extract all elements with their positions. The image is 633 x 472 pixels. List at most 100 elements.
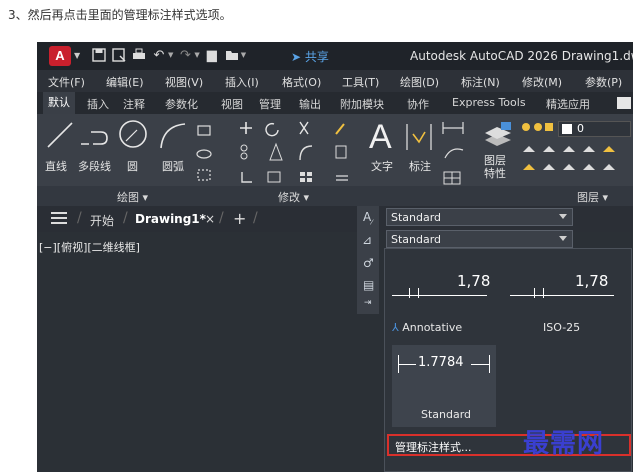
print-icon[interactable]: [131, 47, 147, 63]
new-file-icon[interactable]: ▆: [204, 47, 220, 63]
manage-dim-styles-label: 管理标注样式...: [395, 441, 472, 454]
close-tab-icon[interactable]: ×: [205, 212, 215, 226]
layer-state-icons[interactable]: [521, 120, 555, 134]
chevron-down-icon: [559, 236, 567, 241]
style-name-text: Annotative: [402, 321, 463, 334]
tab-insert[interactable]: 插入: [87, 96, 109, 112]
open-folder-icon[interactable]: [224, 47, 240, 63]
viewport-controls-label[interactable]: [−][俯视][二维线框]: [39, 239, 140, 255]
panel-draw-title[interactable]: 绘图 ▾: [117, 189, 148, 205]
menu-parametric[interactable]: 参数(P): [585, 74, 622, 90]
tab-divider: /: [123, 210, 128, 226]
tab-view[interactable]: 视图: [221, 96, 243, 112]
share-button[interactable]: ➤ 共享: [291, 48, 329, 65]
modify-tools-icons[interactable]: [240, 120, 360, 190]
menu-bar: 文件(F) 编辑(E) 视图(V) 插入(I) 格式(O) 工具(T) 绘图(D…: [37, 70, 633, 92]
title-bar: A ▼ ↶ ▼ ↷ ▼ ▆ ▼ ➤ 共享 Autodesk AutoCAD 2026…: [37, 42, 633, 70]
text-style-icon[interactable]: A⁄: [363, 210, 372, 226]
menu-insert[interactable]: 插入(I): [225, 74, 259, 90]
arc-label: 圆弧: [162, 160, 184, 173]
tab-addins[interactable]: 附加模块: [340, 96, 384, 112]
circle-icon[interactable]: [117, 118, 149, 150]
dim-preview-line: [392, 295, 487, 296]
redo-icon[interactable]: ↷: [177, 47, 193, 63]
layer-dropdown[interactable]: 0: [558, 121, 631, 137]
tab-featured-apps[interactable]: 精选应用: [546, 96, 590, 112]
tab-drawing1[interactable]: Drawing1*: [135, 212, 206, 226]
tab-output[interactable]: 输出: [299, 96, 321, 112]
arc-icon[interactable]: [157, 120, 189, 150]
tab-annotate[interactable]: 注释: [123, 96, 145, 112]
style-name-annotative: ⅄ Annotative: [392, 321, 462, 334]
annotation-extra-icons[interactable]: [441, 120, 469, 192]
text-label: 文字: [371, 160, 393, 173]
chevron-down-icon: [559, 214, 567, 219]
undo-caret-icon[interactable]: ▼: [168, 51, 173, 59]
table-style-icon[interactable]: ▤: [363, 278, 374, 292]
dim-preview-line: [510, 295, 614, 296]
autocad-window: A ▼ ↶ ▼ ↷ ▼ ▆ ▼ ➤ 共享 Autodesk AutoCAD 2026…: [37, 42, 633, 472]
menu-hamburger-icon[interactable]: [51, 212, 67, 224]
dim-preview-tick: [543, 288, 544, 298]
layer-color-swatch: [562, 124, 572, 134]
add-tab-icon[interactable]: +: [233, 209, 246, 228]
quick-access-toolbar: ↶ ▼ ↷ ▼ ▆ ▼: [91, 47, 246, 63]
dim-preview-tick: [489, 355, 490, 373]
menu-draw[interactable]: 绘图(D): [400, 74, 439, 90]
tab-divider: /: [253, 210, 258, 226]
dim-style-dropdown[interactable]: Standard: [386, 230, 573, 248]
text-style-dropdown[interactable]: Standard: [386, 208, 573, 226]
ribbon-tabs: 默认 插入 注释 参数化 视图 管理 输出 附加模块 协作 Express To…: [37, 92, 633, 114]
tab-express-tools[interactable]: Express Tools: [452, 96, 526, 109]
redo-caret-icon[interactable]: ▼: [194, 51, 199, 59]
text-style-value: Standard: [391, 211, 442, 224]
dim-preview-tick: [534, 288, 535, 298]
menu-format[interactable]: 格式(O): [282, 74, 321, 90]
layer-value: 0: [577, 122, 584, 135]
dim-style-value: Standard: [391, 233, 442, 246]
style-name-standard: Standard: [421, 408, 472, 421]
line-label: 直线: [45, 160, 67, 173]
dim-preview-value: 1.7784: [418, 355, 464, 370]
tab-divider: /: [77, 210, 82, 226]
layer-properties-icon[interactable]: [483, 120, 513, 148]
line-icon[interactable]: [45, 120, 75, 150]
dim-preview-tick: [418, 288, 419, 298]
ribbon-toggle-icon[interactable]: [617, 97, 631, 109]
save-icon[interactable]: [91, 47, 107, 63]
polyline-icon[interactable]: [79, 122, 111, 148]
panel-modify-title[interactable]: 修改 ▾: [278, 189, 309, 205]
pin-icon[interactable]: ⇥: [364, 298, 372, 308]
share-icon: ➤: [291, 50, 302, 64]
dim-preview-value: 1,78: [575, 272, 609, 290]
menu-edit[interactable]: 编辑(E): [106, 74, 144, 90]
menu-file[interactable]: 文件(F): [48, 74, 85, 90]
qat-more-caret-icon[interactable]: ▼: [241, 51, 246, 59]
share-label: 共享: [304, 50, 329, 64]
dim-preview-line: [471, 364, 489, 365]
dim-preview-value: 1,78: [457, 272, 491, 290]
tab-collaborate[interactable]: 协作: [407, 96, 429, 112]
tab-default[interactable]: 默认: [43, 92, 75, 114]
menu-modify[interactable]: 修改(M): [522, 74, 562, 90]
app-menu-caret-icon[interactable]: ▼: [74, 51, 80, 60]
site-watermark: 最需网: [523, 429, 605, 459]
annotative-icon: ⅄: [392, 321, 399, 334]
text-icon[interactable]: A: [369, 118, 392, 157]
layer-tools-icons[interactable]: [521, 142, 631, 182]
undo-icon[interactable]: ↶: [151, 47, 167, 63]
menu-view[interactable]: 视图(V): [165, 74, 203, 90]
save-as-icon[interactable]: [111, 47, 127, 63]
tab-parametric[interactable]: 参数化: [165, 96, 198, 112]
menu-dimension[interactable]: 标注(N): [461, 74, 500, 90]
panel-layer-title[interactable]: 图层 ▾: [577, 189, 608, 205]
tab-start[interactable]: 开始: [90, 212, 114, 229]
dimension-icon[interactable]: [405, 122, 433, 152]
menu-tools[interactable]: 工具(T): [342, 74, 379, 90]
circle-label: 圆: [127, 160, 138, 173]
multileader-style-icon[interactable]: ♂: [363, 256, 374, 270]
tab-manage[interactable]: 管理: [259, 96, 281, 112]
dim-preview-line: [398, 364, 416, 365]
dim-style-icon[interactable]: ⊿: [362, 233, 372, 247]
app-logo[interactable]: A: [49, 46, 71, 66]
